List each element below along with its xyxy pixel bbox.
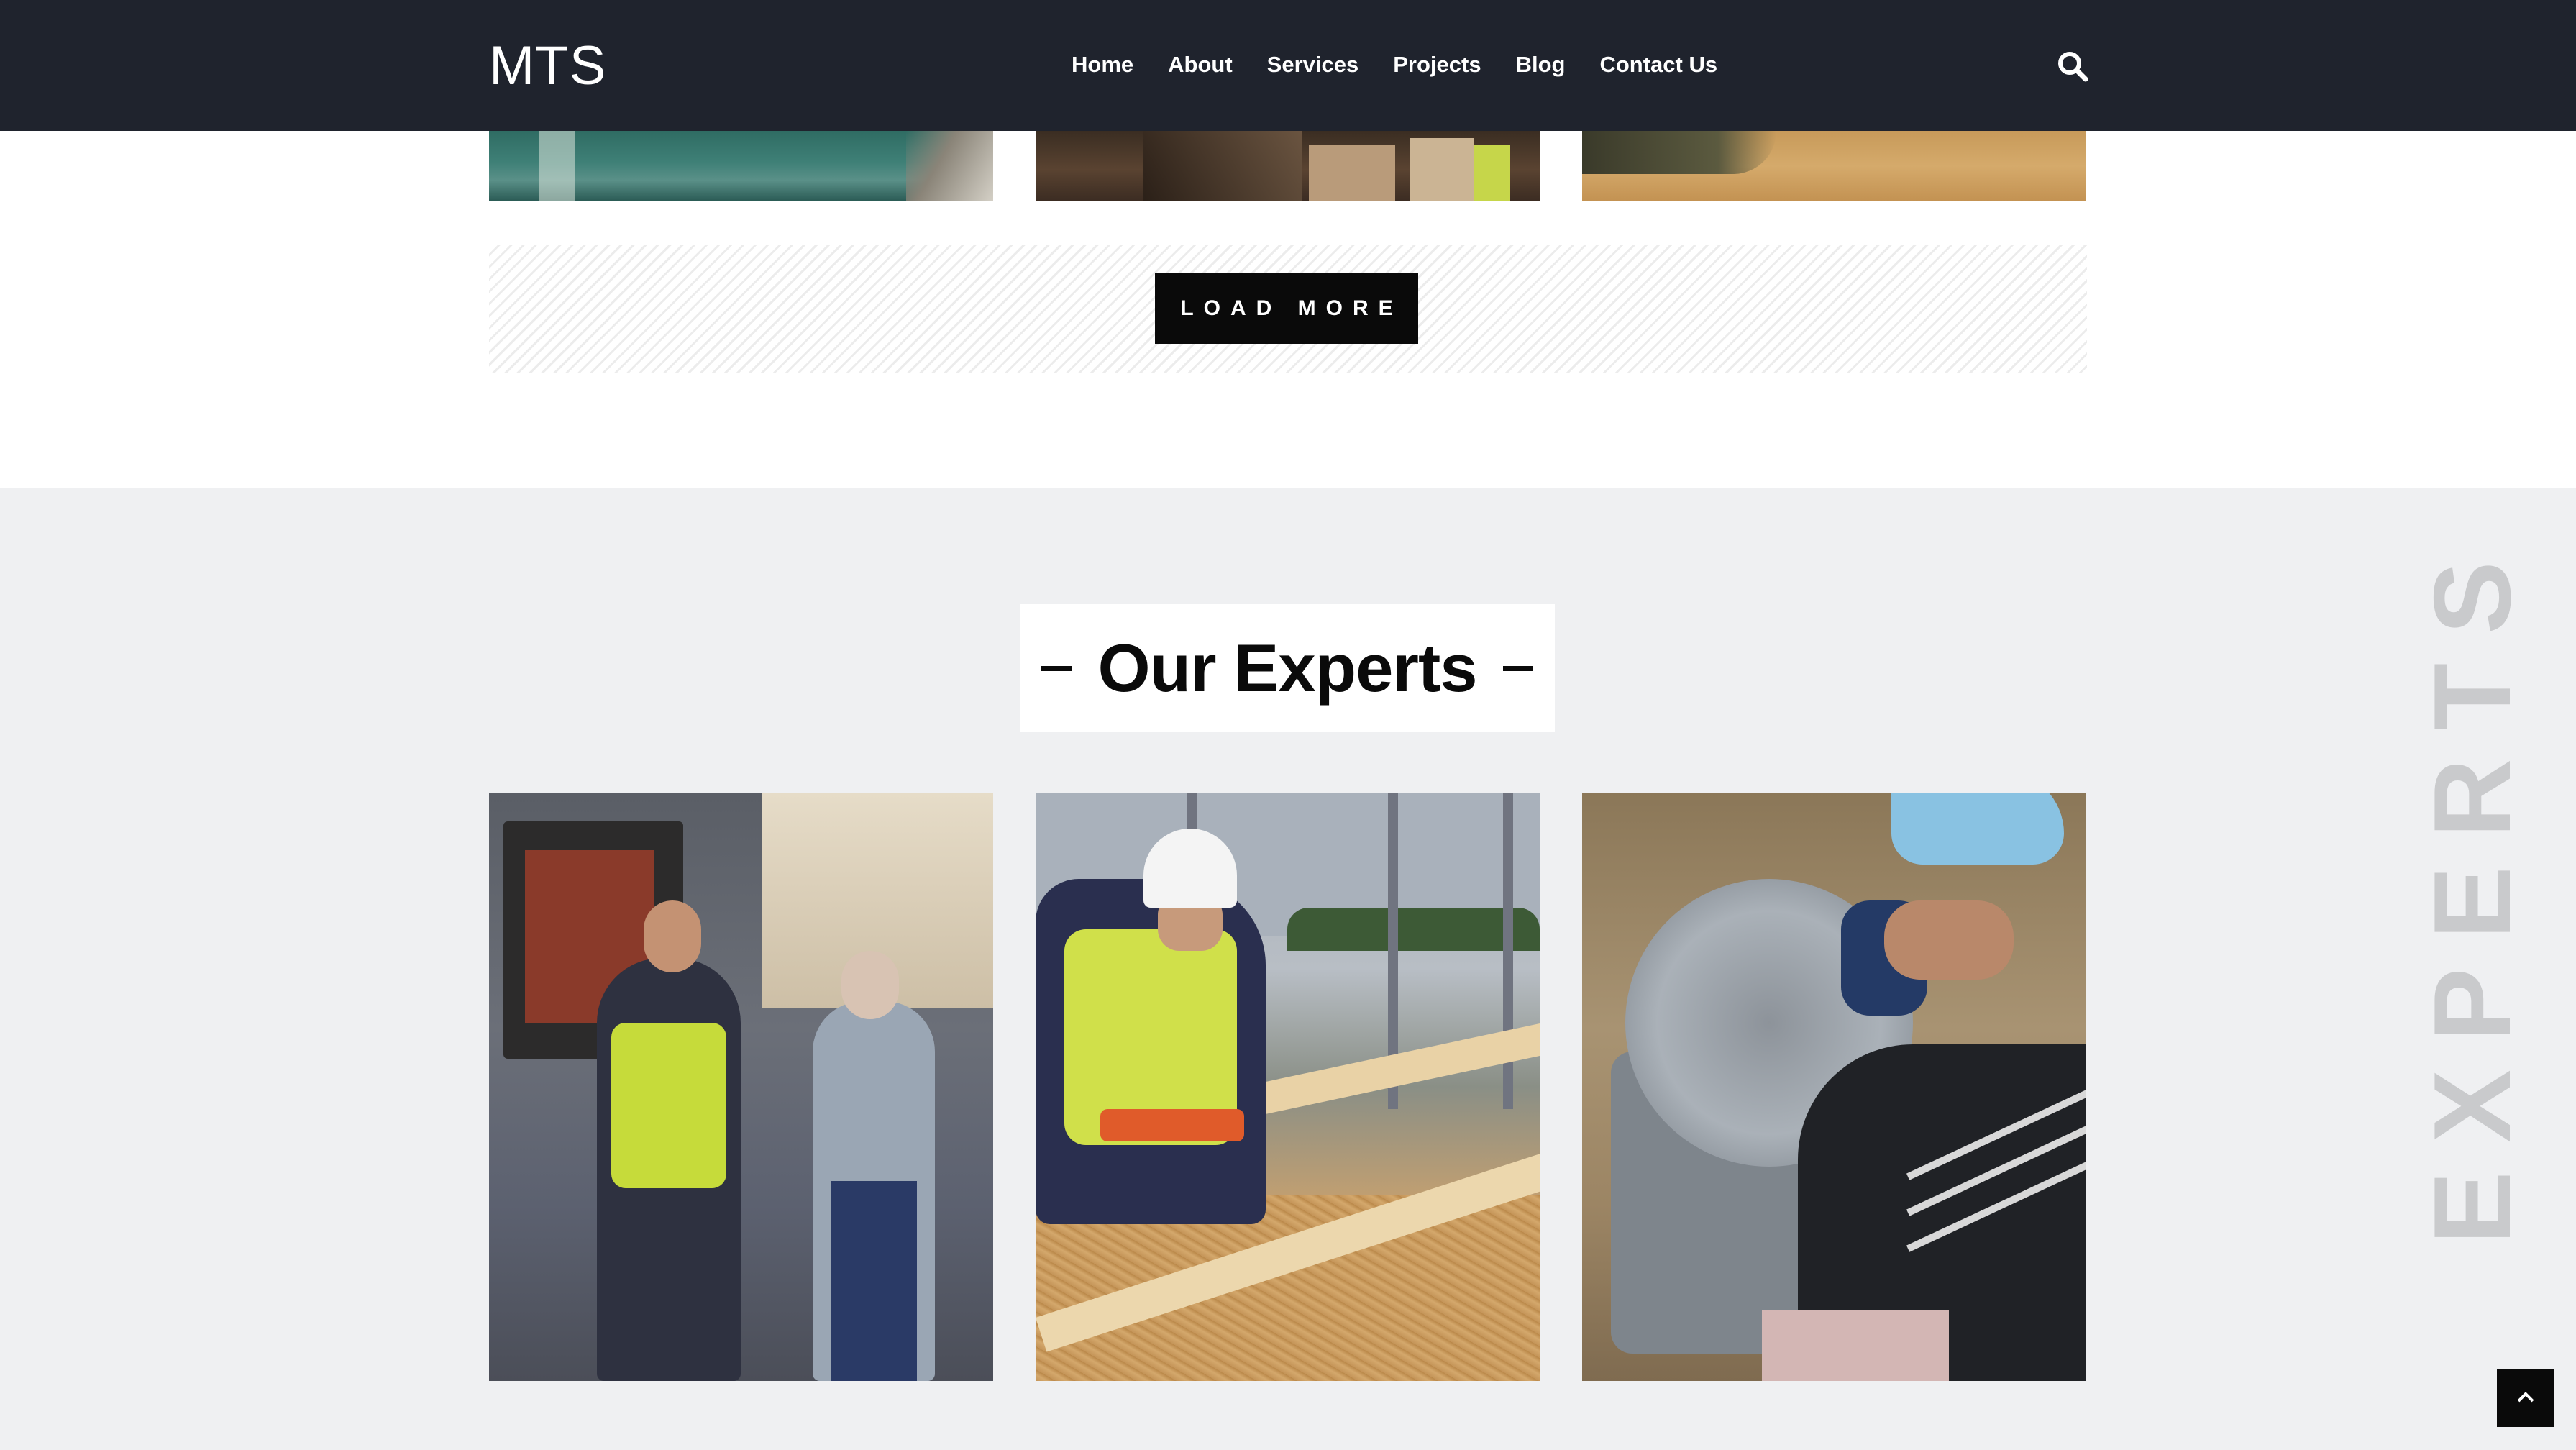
site-logo[interactable]: MTS [489,30,606,102]
project-thumbnail-decking[interactable] [1582,131,2086,201]
back-to-top-button[interactable] [2497,1369,2554,1427]
experts-watermark: EXPERTS [2411,532,2534,1244]
nav-item-projects[interactable]: Projects [1393,43,1481,86]
title-dash-left [1041,665,1072,671]
load-more-button[interactable]: LOAD MORE [1155,273,1418,344]
section-title: Our Experts [1097,630,1477,706]
expert-photo-saw[interactable] [1582,793,2086,1381]
project-thumbnail-site[interactable] [1036,131,1540,201]
nav-item-home[interactable]: Home [1072,43,1133,86]
project-thumbnail-pool[interactable] [489,131,993,201]
section-title-box: Our Experts [1020,604,1555,732]
expert-photo-construction[interactable] [1036,793,1540,1381]
nav-item-blog[interactable]: Blog [1516,43,1566,86]
title-dash-right [1502,665,1533,671]
nav-item-services[interactable]: Services [1267,43,1359,86]
search-icon[interactable] [2055,49,2090,83]
nav-item-contact-us[interactable]: Contact Us [1599,43,1717,86]
nav-item-about[interactable]: About [1168,43,1233,86]
expert-photo-warehouse[interactable] [489,793,993,1381]
chevron-up-icon [2513,1385,2538,1413]
main-nav: Home About Services Projects Blog Contac… [1072,43,1717,86]
